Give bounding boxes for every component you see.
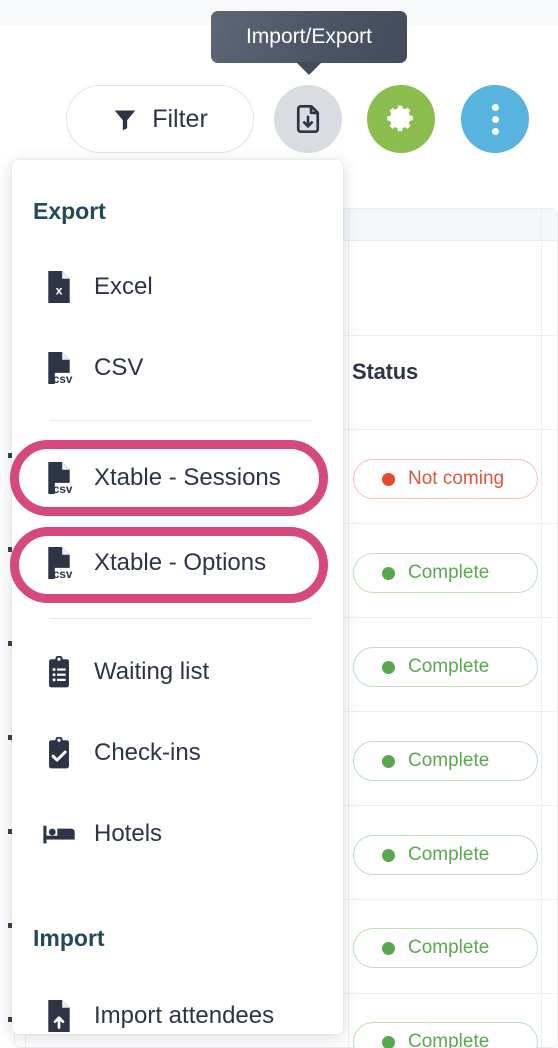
tooltip-arrow-icon [296, 62, 322, 75]
status-badge: Complete [353, 835, 538, 875]
clipboard-check-icon [38, 737, 80, 769]
menu-item-import-attendees[interactable]: Import attendees [14, 988, 341, 1044]
menu-item-excel[interactable]: x Excel [14, 259, 341, 315]
status-badge: Complete [353, 647, 538, 687]
status-badge: Not coming [353, 459, 538, 499]
column-header-status: Status [352, 359, 419, 384]
status-badge: Complete [353, 553, 538, 593]
menu-item-label: Check-ins [94, 739, 201, 766]
menu-section-title-import: Import [33, 925, 105, 951]
menu-section-title-export: Export [33, 198, 106, 224]
menu-item-label: CSV [94, 354, 144, 381]
menu-divider [50, 420, 311, 421]
file-download-icon [292, 103, 324, 135]
status-dot-icon [382, 941, 395, 955]
menu-item-label: Xtable - Options [94, 549, 267, 576]
menu-item-check-ins[interactable]: Check-ins [14, 725, 341, 781]
menu-item-xtable-options[interactable]: csv Xtable - Options [14, 535, 341, 591]
status-label: Complete [408, 937, 490, 958]
bed-icon [38, 821, 80, 847]
screen-root: Status Not coming Complete Complete Comp… [0, 0, 558, 1048]
status-label: Not coming [408, 468, 505, 489]
menu-item-label: Hotels [94, 820, 163, 847]
status-badge: Complete [353, 1022, 538, 1048]
status-dot-icon [382, 566, 395, 580]
status-dot-icon [382, 1035, 395, 1048]
status-label: Complete [408, 656, 490, 677]
svg-text:csv: csv [53, 483, 73, 494]
status-badge: Complete [353, 741, 538, 781]
csv-file-icon: csv [38, 462, 80, 494]
csv-file-icon: csv [38, 547, 80, 579]
status-label: Complete [408, 562, 490, 583]
funnel-icon [112, 106, 138, 132]
file-upload-icon [38, 1000, 80, 1032]
gear-icon [385, 103, 417, 135]
clipboard-list-icon [38, 656, 80, 688]
settings-button[interactable] [367, 85, 435, 153]
svg-text:csv: csv [53, 373, 73, 384]
status-badge: Complete [353, 928, 538, 968]
menu-item-label: Import attendees [94, 1002, 275, 1029]
tooltip-label: Import/Export [245, 25, 373, 48]
csv-file-icon: csv [38, 352, 80, 384]
status-label: Complete [408, 1031, 490, 1048]
excel-file-icon: x [38, 271, 80, 303]
status-label: Complete [408, 844, 490, 865]
status-dot-icon [382, 848, 395, 862]
import-export-button[interactable] [274, 85, 342, 153]
filter-button[interactable]: Filter [66, 85, 254, 153]
menu-item-hotels[interactable]: Hotels [14, 806, 341, 862]
more-options-button[interactable] [461, 85, 529, 153]
kebab-menu-icon [491, 103, 499, 135]
svg-text:x: x [56, 284, 63, 298]
menu-item-waiting-list[interactable]: Waiting list [14, 644, 341, 700]
status-label: Complete [408, 750, 490, 771]
menu-divider [50, 618, 311, 619]
status-dot-icon [382, 660, 395, 674]
menu-item-xtable-sessions[interactable]: csv Xtable - Sessions [14, 450, 341, 506]
status-dot-icon [382, 754, 395, 768]
menu-item-label: Xtable - Sessions [94, 464, 281, 491]
menu-item-csv[interactable]: csv CSV [14, 340, 341, 396]
status-dot-icon [382, 472, 395, 486]
menu-item-label: Excel [94, 273, 153, 300]
menu-item-label: Waiting list [94, 658, 210, 685]
filter-button-label: Filter [152, 104, 208, 133]
import-export-tooltip: Import/Export [211, 11, 407, 63]
svg-text:csv: csv [53, 568, 73, 579]
